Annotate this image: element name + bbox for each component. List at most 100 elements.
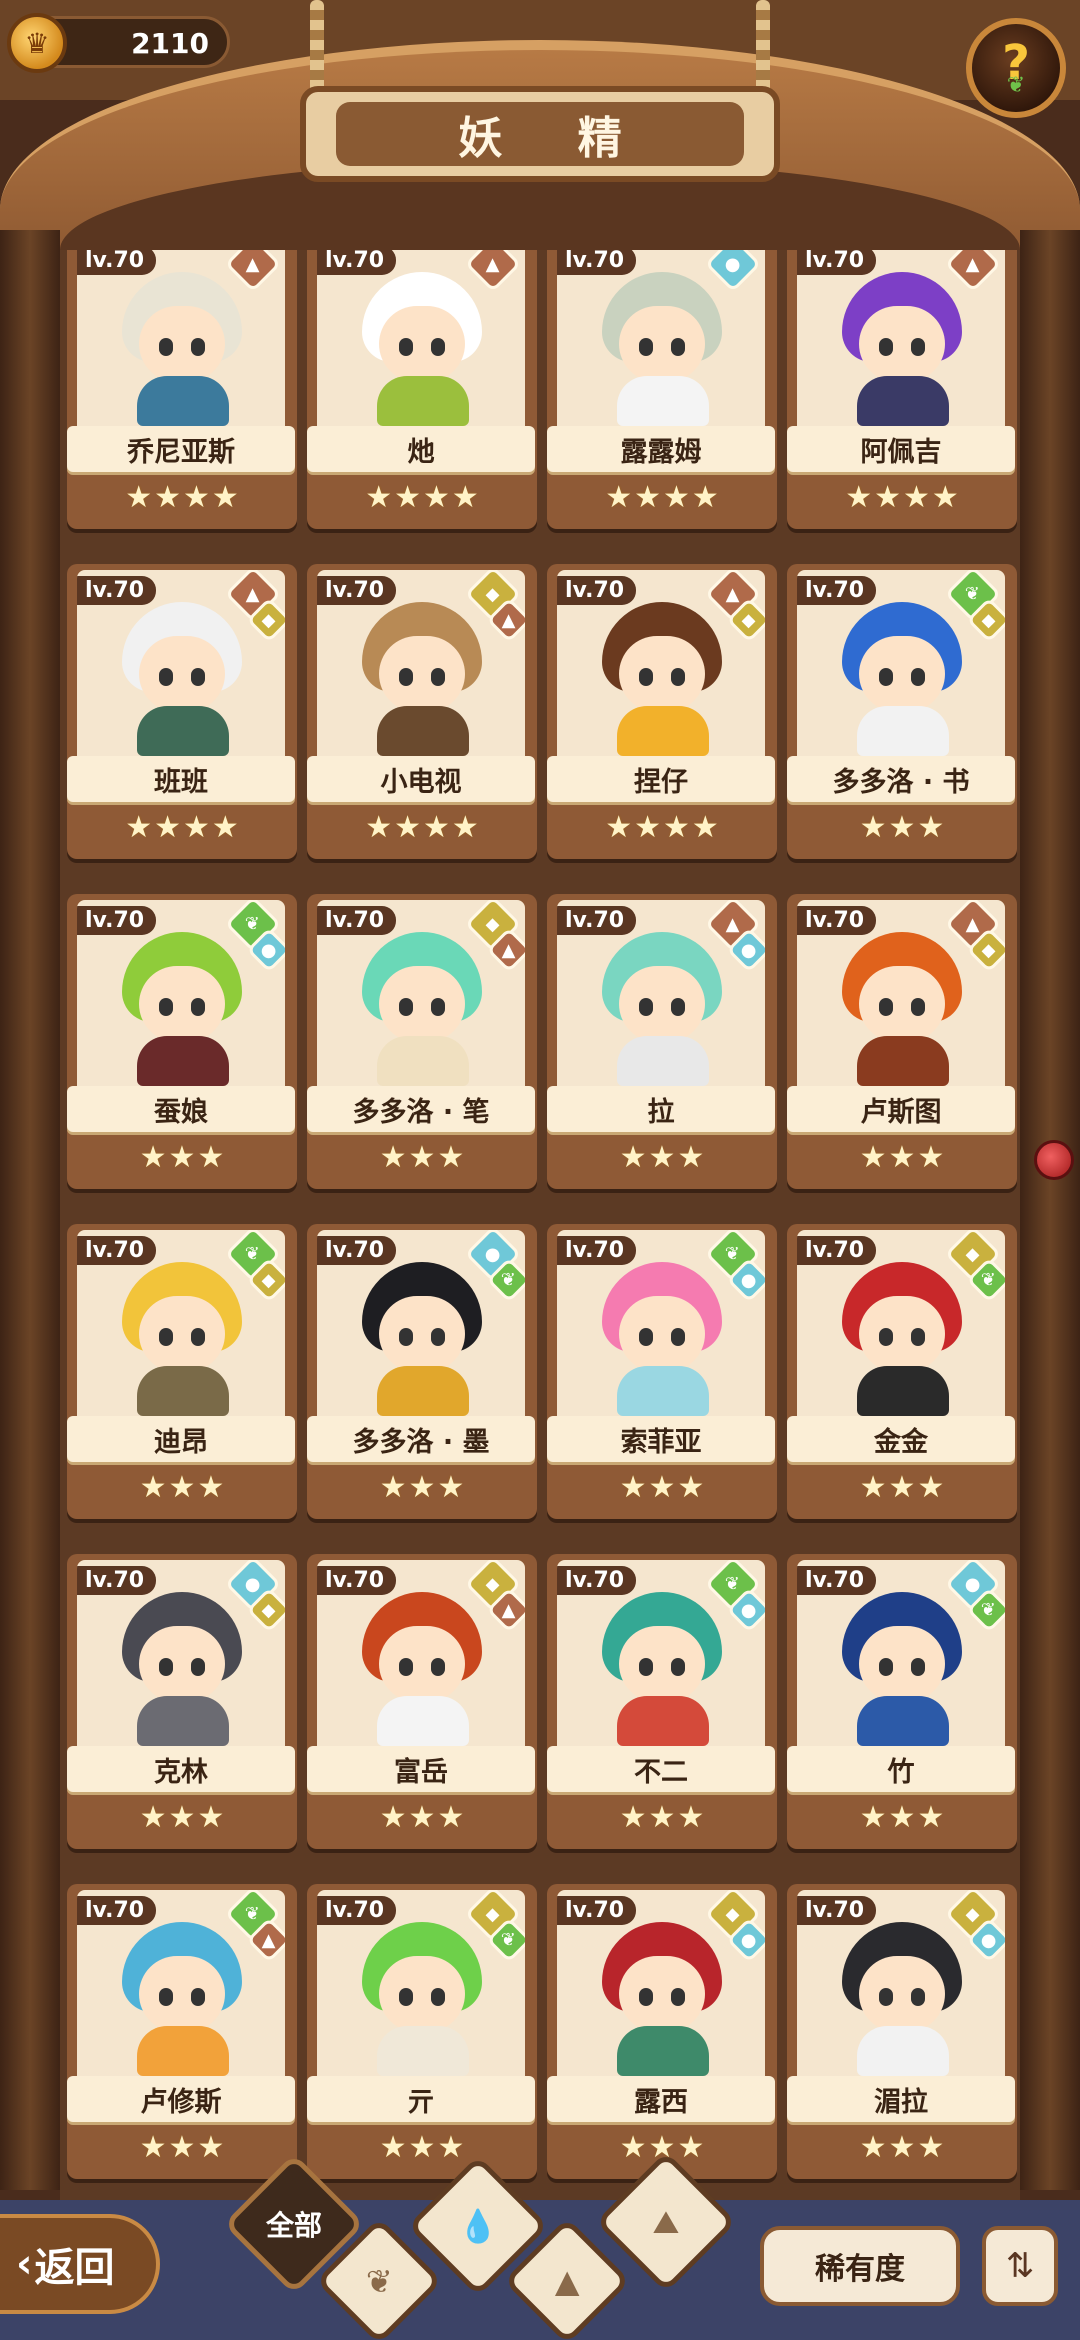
mountain-element-icon: ▲ [944,250,1002,293]
scroll-indicator[interactable] [1034,1140,1074,1180]
portrait-eye [671,668,685,686]
fairy-card[interactable]: lv.70 ● ◆ 克林 ★ ★ ★ [67,1554,297,1849]
water-element-icon: ● [704,250,762,293]
name-ribbon: 竹 [787,1746,1015,1792]
card-art: lv.70 ◆ ❦ [317,1890,525,2090]
star-icon: ★ [859,1140,887,1175]
card-art: lv.70 ◆ ❦ [797,1230,1005,1430]
fairy-card[interactable]: lv.70 ▲ 灺 ★ ★ ★ ★ [307,250,537,529]
fairy-card[interactable]: lv.70 ◆ ❦ 金金 ★ ★ ★ [787,1224,1017,1519]
sort-order-icon[interactable]: ⇅ [982,2226,1058,2306]
crown-coin-icon: ♛ [7,13,67,73]
fairy-name: 班班 [154,766,208,798]
help-button[interactable]: ? ❦ [966,18,1066,118]
mountain-element-icon: ▲ [224,250,282,293]
portrait-body [857,376,949,426]
element-badges: ● ❦ [461,1230,525,1304]
fairy-card[interactable]: lv.70 ● 露露姆 ★ ★ ★ ★ [547,250,777,529]
portrait-body [137,1366,229,1416]
portrait-face [379,1296,465,1372]
level-tag: lv.70 [797,906,877,935]
fairy-card[interactable]: lv.70 ▲ ◆ 卢斯图 ★ ★ ★ [787,894,1017,1189]
back-button[interactable]: ‹ 返回 [0,2214,160,2314]
fairy-name: 多多洛 · 墨 [352,1426,490,1458]
star-icon: ★ [197,1470,225,1505]
fairy-card[interactable]: lv.70 ❦ ● 蚕娘 ★ ★ ★ [67,894,297,1189]
name-ribbon: 乔尼亚斯 [67,426,295,472]
card-art: lv.70 ◆ ● [557,1890,765,2090]
star-icon: ★ [677,1140,705,1175]
star-rating: ★ ★ ★ [827,810,977,846]
star-icon: ★ [677,1470,705,1505]
star-rating: ★ ★ ★ [827,2130,977,2166]
fairy-card[interactable]: lv.70 ▲ 乔尼亚斯 ★ ★ ★ ★ [67,250,297,529]
fairy-name: 卢修斯 [140,2086,222,2118]
fairy-card[interactable]: lv.70 ❦ ▲ 卢修斯 ★ ★ ★ [67,1884,297,2179]
star-icon: ★ [437,1800,465,1835]
fairy-card[interactable]: lv.70 ● ❦ 竹 ★ ★ ★ [787,1554,1017,1849]
name-ribbon: 多多洛 · 墨 [307,1416,535,1462]
portrait-eye [671,1658,685,1676]
portrait-eye [911,998,925,1016]
fairy-card[interactable]: lv.70 ❦ ◆ 迪昂 ★ ★ ★ [67,1224,297,1519]
fairy-card[interactable]: lv.70 ▲ ● 拉 ★ ★ ★ [547,894,777,1189]
star-icon: ★ [605,480,633,515]
star-rating: ★ ★ ★ [107,1470,257,1506]
fairy-grid-area[interactable]: lv.70 ▲ 乔尼亚斯 ★ ★ ★ ★ lv.70 ▲ 灺 ★ ★ ★ ★ l… [60,250,1020,2200]
star-icon: ★ [917,1800,945,1835]
fairy-card[interactable]: lv.70 ◆ ● 湄拉 ★ ★ ★ [787,1884,1017,2179]
fairy-card[interactable]: lv.70 ▲ 阿佩吉 ★ ★ ★ ★ [787,250,1017,529]
star-icon: ★ [917,1470,945,1505]
star-icon: ★ [379,1140,407,1175]
star-icon: ★ [139,2130,167,2165]
portrait-eye [911,1658,925,1676]
card-art: lv.70 ▲ ◆ [77,570,285,770]
fairy-card[interactable]: lv.70 ▲ ◆ 捏仔 ★ ★ ★ ★ [547,564,777,859]
name-ribbon: 富岳 [307,1746,535,1792]
portrait-face [619,636,705,712]
star-icon: ★ [874,480,901,515]
portrait-body [857,706,949,756]
level-tag: lv.70 [557,1566,637,1595]
filter-all-label: 全部 [265,2208,323,2242]
fairy-card[interactable]: lv.70 ▲ ◆ 班班 ★ ★ ★ ★ [67,564,297,859]
fairy-card[interactable]: lv.70 ◆ ● 露西 ★ ★ ★ [547,1884,777,2179]
fairy-name: 灺 [407,436,435,468]
element-badges: ❦ ● [701,1230,765,1304]
star-icon: ★ [634,810,661,845]
star-rating: ★ ★ ★ ★ [347,810,497,846]
card-art: lv.70 ❦ ● [557,1230,765,1430]
portrait-eye [191,1328,205,1346]
star-rating: ★ ★ ★ [587,1470,737,1506]
fairy-card[interactable]: lv.70 ◆ ▲ 富岳 ★ ★ ★ [307,1554,537,1849]
fairy-card[interactable]: lv.70 ❦ ◆ 多多洛 · 书 ★ ★ ★ [787,564,1017,859]
portrait-eye [639,1988,653,2006]
portrait-eye [399,1658,413,1676]
fairy-name: 多多洛 · 笔 [352,1096,490,1128]
fairy-card[interactable]: lv.70 ◆ ❦ 亓 ★ ★ ★ [307,1884,537,2179]
title-plate: 妖 精 [300,86,780,182]
portrait-face [139,636,225,712]
star-icon: ★ [197,1800,225,1835]
sort-label: 稀有度 [815,2252,905,2287]
fairy-card[interactable]: lv.70 ❦ ● 索菲亚 ★ ★ ★ [547,1224,777,1519]
portrait-eye [639,668,653,686]
element-badges: ❦ ◆ [941,570,1005,644]
element-badges: ❦ ◆ [221,1230,285,1304]
star-icon: ★ [139,1140,167,1175]
star-icon: ★ [379,2130,407,2165]
portrait-eye [399,998,413,1016]
portrait-body [377,1036,469,1086]
portrait-face [619,1296,705,1372]
star-icon: ★ [183,810,210,845]
portrait-body [857,1696,949,1746]
sort-rarity-button[interactable]: 稀有度 [760,2226,960,2306]
fairy-card[interactable]: lv.70 ● ❦ 多多洛 · 墨 ★ ★ ★ [307,1224,537,1519]
fairy-card[interactable]: lv.70 ◆ ▲ 小电视 ★ ★ ★ ★ [307,564,537,859]
fairy-card[interactable]: lv.70 ◆ ▲ 多多洛 · 笔 ★ ★ ★ [307,894,537,1189]
star-icon: ★ [154,480,181,515]
fairy-card[interactable]: lv.70 ❦ ● 不二 ★ ★ ★ [547,1554,777,1849]
portrait-face [619,1956,705,2032]
portrait-face [379,1956,465,2032]
element-badges: ● [701,250,762,314]
